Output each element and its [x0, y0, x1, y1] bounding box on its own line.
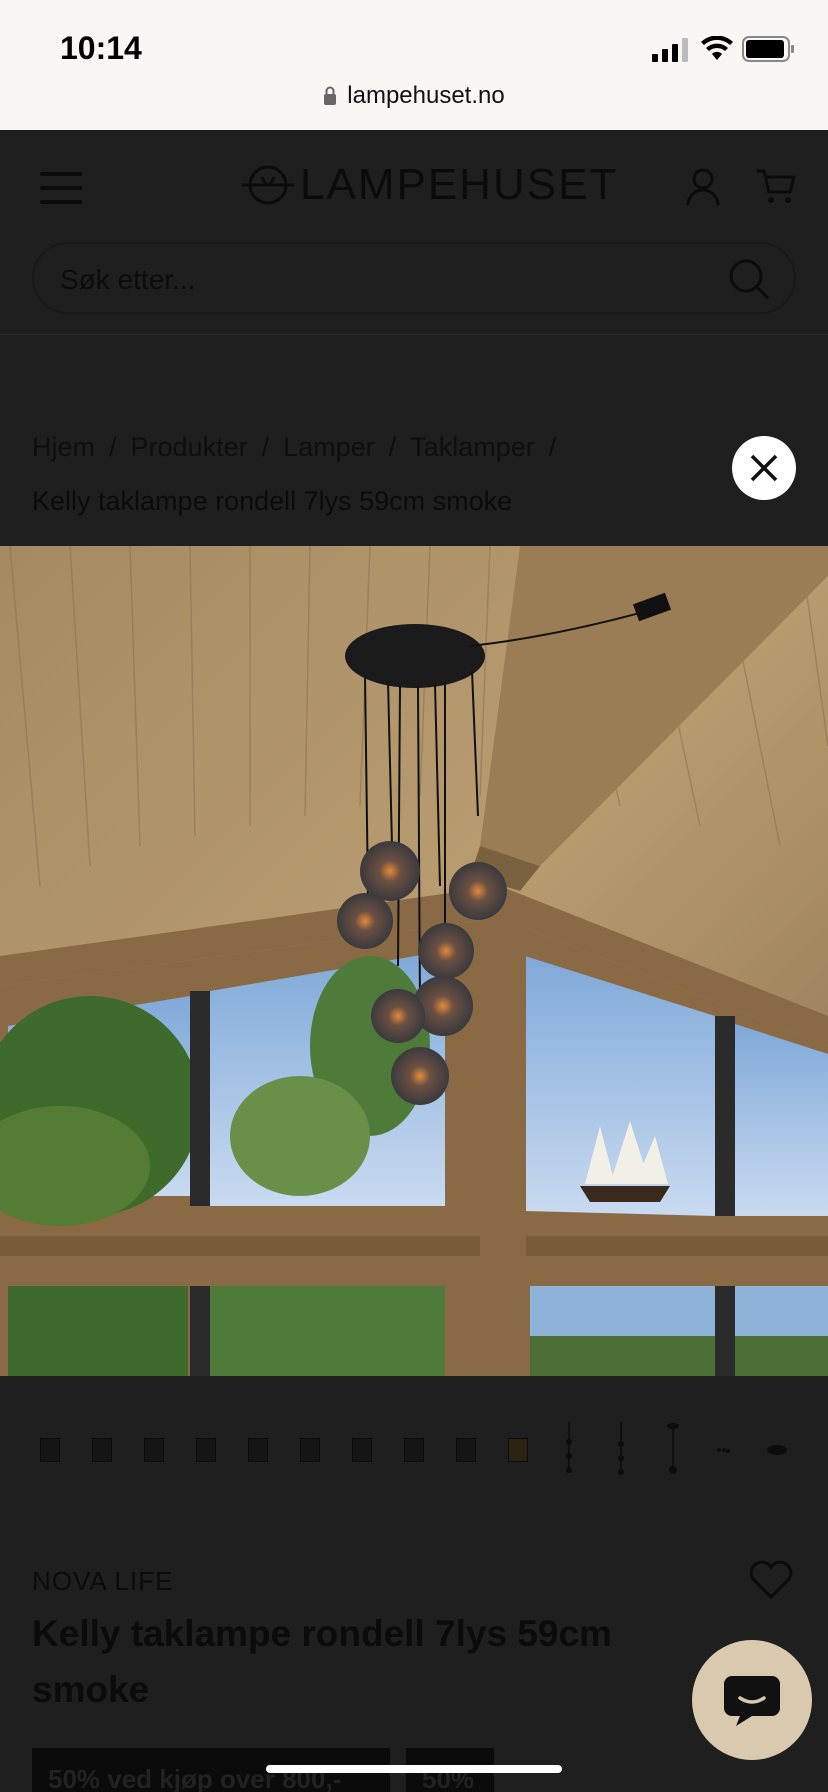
thumbnail[interactable]: [404, 1438, 424, 1462]
thumbnail[interactable]: [300, 1438, 320, 1462]
breadcrumb: Hjem / Produkter / Lamper / Taklamper /: [32, 432, 570, 463]
search-icon[interactable]: [728, 258, 770, 300]
product-brand[interactable]: NOVA LIFE: [32, 1566, 173, 1597]
thumbnail[interactable]: [614, 1422, 628, 1478]
breadcrumb-lamps[interactable]: Lamper: [283, 432, 375, 462]
thumbnail[interactable]: [40, 1438, 60, 1462]
battery-icon: [742, 36, 794, 62]
thumbnail[interactable]: [666, 1422, 680, 1478]
thumbnail[interactable]: [352, 1438, 372, 1462]
home-indicator[interactable]: [266, 1765, 562, 1773]
logo-bulb-icon: [242, 165, 294, 205]
url-bar[interactable]: lampehuset.no: [0, 82, 828, 110]
menu-icon[interactable]: [40, 172, 82, 204]
chat-icon: [724, 1676, 780, 1726]
thumbnail[interactable]: [196, 1438, 216, 1462]
status-bar: 10:14 lampehuset.no: [0, 0, 828, 130]
search-field[interactable]: Søk etter...: [32, 242, 796, 314]
thumbnail[interactable]: [766, 1422, 788, 1478]
status-time: 10:14: [60, 30, 142, 66]
breadcrumb-separator: /: [388, 432, 397, 462]
search-input[interactable]: Søk etter...: [60, 264, 195, 296]
breadcrumb-ceiling-lamps[interactable]: Taklamper: [410, 432, 535, 462]
thumbnail[interactable]: [562, 1422, 576, 1478]
chat-button[interactable]: [692, 1640, 812, 1760]
close-button[interactable]: [732, 436, 796, 500]
site-header: LAMPEHUSET Søk etter...: [0, 130, 828, 335]
thumbnail-strip: [0, 1420, 828, 1480]
breadcrumb-separator: /: [109, 432, 117, 462]
heart-icon[interactable]: [748, 1560, 794, 1600]
thumbnail[interactable]: [456, 1438, 476, 1462]
cellular-signal-icon: [652, 38, 688, 62]
breadcrumb-current: Kelly taklampe rondell 7lys 59cm smoke: [32, 486, 513, 516]
thumbnail[interactable]: [716, 1422, 730, 1478]
product-image[interactable]: [0, 546, 828, 1376]
user-icon[interactable]: [686, 168, 720, 206]
cart-icon[interactable]: [756, 168, 796, 206]
thumbnail[interactable]: [92, 1438, 112, 1462]
wifi-icon: [701, 36, 733, 60]
product-photo: [0, 546, 828, 1376]
breadcrumb-separator: /: [548, 432, 557, 462]
close-icon: [750, 454, 778, 482]
url-text: lampehuset.no: [347, 82, 505, 109]
breadcrumb-home[interactable]: Hjem: [32, 432, 95, 462]
thumbnail[interactable]: [144, 1438, 164, 1462]
page: 10:14 lampehuset.no LAMPEHUSET Søk etter…: [0, 0, 828, 1792]
thumbnail[interactable]: [508, 1438, 528, 1462]
product-title: Kelly taklampe rondell 7lys 59cm smoke: [32, 1613, 612, 1710]
breadcrumb-separator: /: [261, 432, 270, 462]
logo-text: LAMPEHUSET: [300, 160, 619, 209]
thumbnail[interactable]: [248, 1438, 268, 1462]
breadcrumb-products[interactable]: Produkter: [131, 432, 248, 462]
lock-icon: [324, 86, 337, 105]
site-logo[interactable]: LAMPEHUSET: [242, 160, 618, 210]
